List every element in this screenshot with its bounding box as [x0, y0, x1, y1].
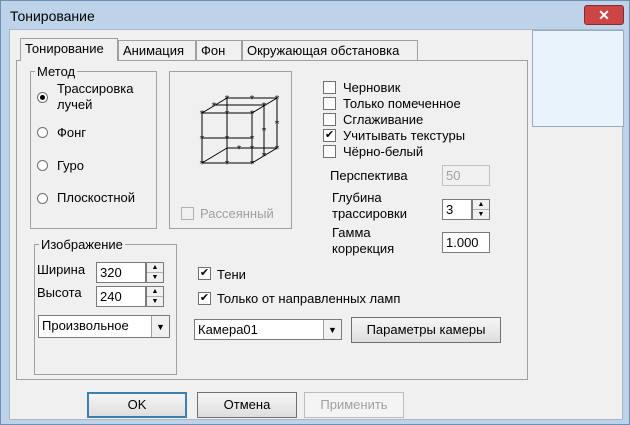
- svg-text:*: *: [212, 101, 217, 112]
- close-icon: ✕: [598, 6, 610, 23]
- depth-label-line1: Глубина: [332, 190, 382, 205]
- gamma-label-line2: коррекция: [332, 241, 395, 256]
- draft-label: Черновик: [343, 80, 401, 95]
- size-preset-select[interactable]: Произвольное ▼: [38, 315, 170, 338]
- shadows-label: Тени: [217, 267, 246, 282]
- phong-label: Фонг: [57, 125, 87, 140]
- depth-label-line2: трассировки: [332, 206, 407, 221]
- width-spinner[interactable]: ▲ ▼: [146, 262, 164, 283]
- tab-label: Тонирование: [25, 41, 104, 56]
- antialias-checkbox[interactable]: [323, 113, 336, 126]
- height-spinner[interactable]: ▲ ▼: [146, 286, 164, 307]
- svg-text:*: *: [225, 94, 230, 105]
- height-input[interactable]: [96, 286, 146, 307]
- close-button[interactable]: ✕: [584, 5, 624, 25]
- raytrace-label-line1: Трассировка: [57, 81, 134, 96]
- width-input[interactable]: [96, 262, 146, 283]
- svg-text:*: *: [250, 144, 255, 155]
- svg-text:*: *: [225, 109, 230, 120]
- gamma-input[interactable]: [442, 232, 490, 253]
- svg-text:*: *: [262, 151, 267, 162]
- svg-text:*: *: [250, 159, 255, 170]
- spin-up-icon[interactable]: ▲: [473, 200, 489, 210]
- svg-text:*: *: [275, 94, 280, 105]
- cancel-button[interactable]: Отмена: [197, 392, 297, 418]
- spin-down-icon[interactable]: ▼: [147, 297, 163, 306]
- radio-raytrace[interactable]: [37, 92, 48, 103]
- radio-gouraud[interactable]: [37, 160, 48, 171]
- window-title: Тонирование: [10, 8, 95, 24]
- camera-value: Камера01: [198, 322, 258, 337]
- chevron-down-icon[interactable]: ▼: [151, 316, 169, 337]
- directional-only-label: Только от направленных ламп: [217, 291, 401, 306]
- ok-button[interactable]: OK: [87, 392, 187, 418]
- tab-animation[interactable]: Анимация: [118, 40, 196, 60]
- svg-text:*: *: [225, 159, 230, 170]
- textures-label: Учитывать текстуры: [343, 128, 466, 143]
- check-mark-icon: ✔: [199, 292, 210, 304]
- size-preset-value: Произвольное: [42, 318, 129, 333]
- svg-text:*: *: [250, 109, 255, 120]
- svg-text:*: *: [200, 159, 205, 170]
- diffuse-checkbox[interactable]: [181, 207, 194, 220]
- tab-label: Анимация: [123, 43, 185, 58]
- flat-label: Плоскостной: [57, 190, 135, 205]
- svg-text:*: *: [200, 134, 205, 145]
- depth-input[interactable]: [442, 199, 472, 220]
- diffuse-label: Рассеянный: [200, 206, 274, 221]
- tab-environment[interactable]: Окружающая обстановка: [242, 40, 418, 60]
- check-mark-icon: ✔: [324, 129, 335, 141]
- method-legend: Метод: [35, 64, 78, 79]
- preview-area: [532, 30, 624, 127]
- svg-text:*: *: [275, 119, 280, 130]
- grayscale-checkbox[interactable]: [323, 145, 336, 158]
- shadows-checkbox[interactable]: ✔: [198, 267, 211, 280]
- dialog-window: Тонирование ✕ Тонирование Анимация Фон О…: [0, 0, 630, 425]
- chevron-down-icon[interactable]: ▼: [323, 320, 341, 339]
- apply-button[interactable]: Применить: [304, 392, 404, 418]
- svg-text:*: *: [275, 144, 280, 155]
- svg-text:*: *: [200, 109, 205, 120]
- dialog-client: Тонирование Анимация Фон Окружающая обст…: [9, 29, 624, 420]
- tab-background[interactable]: Фон: [196, 40, 242, 60]
- width-label: Ширина: [37, 262, 86, 277]
- tab-rendering[interactable]: Тонирование: [20, 38, 118, 61]
- svg-text:*: *: [237, 144, 242, 155]
- svg-text:*: *: [250, 94, 255, 105]
- textures-checkbox[interactable]: ✔: [323, 129, 336, 142]
- height-label: Высота: [37, 285, 82, 300]
- grayscale-label: Чёрно-белый: [343, 144, 424, 159]
- perspective-input[interactable]: [442, 165, 490, 186]
- wireframe-cube-icon: * * * * * * * * * * * * *** * ****: [200, 94, 280, 170]
- gamma-label-line1: Гамма: [332, 225, 371, 240]
- svg-text:*: *: [225, 134, 230, 145]
- raytrace-label-line2: лучей: [57, 97, 93, 112]
- radio-flat[interactable]: [37, 193, 48, 204]
- camera-select[interactable]: Камера01 ▼: [194, 319, 342, 340]
- spin-down-icon[interactable]: ▼: [473, 210, 489, 219]
- camera-params-button[interactable]: Параметры камеры: [351, 317, 501, 343]
- spin-up-icon[interactable]: ▲: [147, 287, 163, 297]
- svg-text:*: *: [262, 101, 267, 112]
- depth-spinner[interactable]: ▲ ▼: [472, 199, 490, 220]
- draft-checkbox[interactable]: [323, 81, 336, 94]
- tab-panel-rendering: Метод Трассировка лучей Фонг Гуро Плоско…: [16, 60, 528, 380]
- selected-only-checkbox[interactable]: [323, 97, 336, 110]
- radio-phong[interactable]: [37, 127, 48, 138]
- gouraud-label: Гуро: [57, 158, 84, 173]
- selected-only-label: Только помеченное: [343, 96, 461, 111]
- perspective-label: Перспектива: [330, 168, 408, 183]
- spin-down-icon[interactable]: ▼: [147, 273, 163, 282]
- image-legend: Изображение: [39, 237, 125, 252]
- antialias-label: Сглаживание: [343, 112, 424, 127]
- svg-text:*: *: [262, 126, 267, 137]
- tab-label: Фон: [201, 43, 226, 58]
- tab-label: Окружающая обстановка: [247, 43, 400, 58]
- directional-only-checkbox[interactable]: ✔: [198, 292, 211, 305]
- check-mark-icon: ✔: [199, 267, 210, 279]
- spin-up-icon[interactable]: ▲: [147, 263, 163, 273]
- title-bar[interactable]: Тонирование ✕: [1, 1, 630, 29]
